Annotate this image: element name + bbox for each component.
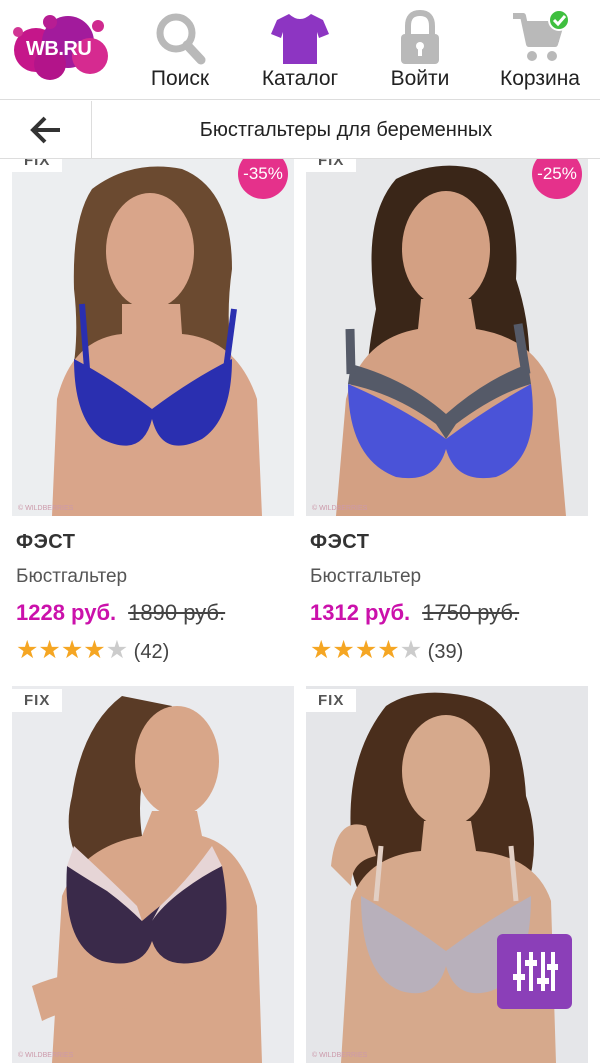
product-type: Бюстгальтер	[16, 566, 128, 587]
nav-search-label: Поиск	[150, 67, 210, 90]
product-price: 1228 руб. 1890 руб.	[16, 600, 225, 626]
shirt-icon	[271, 14, 329, 64]
star-empty-icon: ★	[399, 636, 423, 664]
star-icon: ★	[83, 636, 106, 664]
nav-cart[interactable]: Корзина	[490, 6, 590, 94]
arrow-left-icon	[30, 116, 60, 144]
fix-badge: FIX	[306, 689, 357, 712]
nav-cart-label: Корзина	[500, 67, 580, 90]
category-bar: Бюстгальтеры для беременных	[0, 101, 600, 159]
filter-sliders-icon	[513, 952, 558, 991]
filter-button[interactable]	[497, 934, 572, 1009]
nav-catalog[interactable]: Каталог	[250, 6, 350, 94]
back-button[interactable]	[0, 101, 92, 159]
product-brand: ФЭСТ	[16, 531, 76, 553]
watermark: © WILDBERRIES	[312, 505, 368, 512]
old-price: 1890 руб.	[128, 600, 226, 625]
star-empty-icon: ★	[105, 636, 129, 664]
watermark: © WILDBERRIES	[18, 505, 74, 512]
nav-search[interactable]: Поиск	[130, 6, 230, 94]
old-price: 1750 руб.	[422, 600, 520, 625]
star-icon: ★	[377, 636, 400, 664]
watermark: © WILDBERRIES	[18, 1052, 74, 1059]
current-price: 1228 руб.	[16, 600, 117, 625]
cart-icon	[513, 10, 570, 61]
review-count: (42)	[133, 641, 170, 663]
review-count: (39)	[427, 641, 464, 663]
product-image[interactable]: FIX © WILDBERRIES	[12, 686, 294, 1063]
star-icon: ★	[16, 636, 39, 664]
product-type: Бюстгальтер	[310, 566, 422, 587]
star-icon: ★	[60, 636, 84, 664]
current-price: 1312 руб.	[310, 600, 411, 625]
product-rating: ★★★★★ (39)	[310, 635, 463, 665]
logo-text: WB.RU	[26, 38, 92, 60]
product-rating: ★★★★★ (42)	[16, 635, 169, 665]
product-photo	[12, 686, 294, 1063]
watermark: © WILDBERRIES	[312, 1052, 368, 1059]
product-photo	[12, 159, 294, 516]
search-icon	[156, 13, 206, 65]
star-icon: ★	[310, 636, 333, 664]
fix-badge: FIX	[12, 159, 63, 172]
product-image[interactable]: FIX -25% © WILDBERRIES	[306, 159, 588, 516]
wb-logo[interactable]: WB.RU	[10, 12, 110, 82]
page-title: Бюстгальтеры для беременных	[199, 119, 493, 141]
star-icon: ★	[332, 636, 355, 664]
nav-login[interactable]: Войти	[370, 6, 470, 94]
product-price: 1312 руб. 1750 руб.	[310, 600, 519, 626]
nav-login-label: Войти	[390, 67, 450, 90]
top-header: WB.RU Поиск Каталог Войти Корзина	[0, 0, 600, 100]
product-image[interactable]: FIX -35% © WILDBERRIES	[12, 159, 294, 516]
lock-icon	[401, 10, 439, 64]
fix-badge: FIX	[12, 689, 63, 712]
fix-badge: FIX	[306, 159, 357, 172]
product-photo	[306, 159, 588, 516]
star-icon: ★	[38, 636, 61, 664]
star-icon: ★	[354, 636, 378, 664]
product-brand: ФЭСТ	[310, 531, 370, 553]
nav-catalog-label: Каталог	[261, 67, 339, 90]
